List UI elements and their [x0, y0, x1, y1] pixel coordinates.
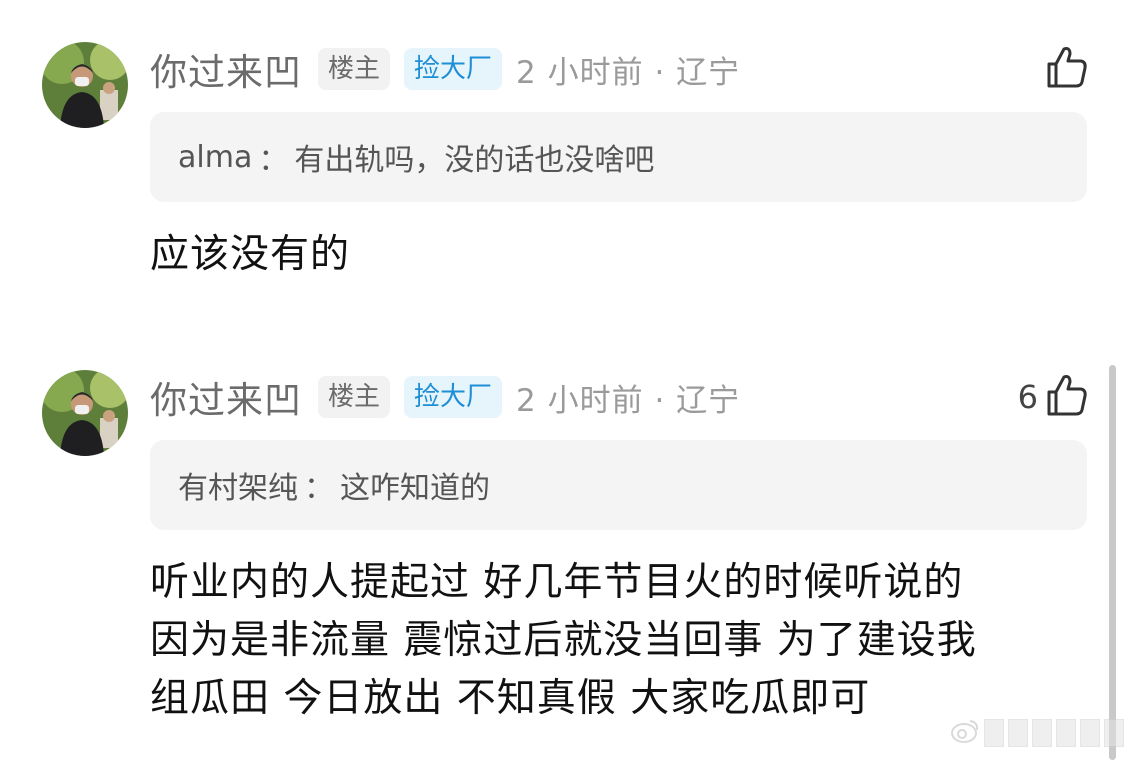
quoted-text: 有出轨吗，没的话也没啥吧: [294, 143, 655, 178]
watermark-block: [984, 719, 1004, 747]
quote-separator: ：: [258, 143, 289, 178]
comment-1: 你过来凹 楼主 捡大厂 2 小时前 · 辽宁 alma ： 有出轨吗，没的话也没…: [0, 0, 1130, 340]
timestamp-location: 2 小时前 · 辽宁: [516, 54, 741, 91]
weibo-logo-icon: [950, 718, 980, 748]
op-badge: 楼主: [318, 376, 391, 418]
watermark-block: [1056, 719, 1076, 747]
like-button[interactable]: [1038, 44, 1088, 94]
avatar[interactable]: [42, 370, 128, 456]
quoted-reply[interactable]: alma ： 有出轨吗，没的话也没啥吧: [150, 112, 1087, 202]
user-avatar-photo-icon: [42, 42, 128, 128]
user-avatar-photo-icon: [42, 370, 128, 456]
quoted-username[interactable]: alma: [178, 140, 252, 175]
username[interactable]: 你过来凹: [150, 42, 302, 96]
avatar[interactable]: [42, 42, 128, 128]
comment-body: 应该没有的: [150, 232, 351, 277]
quoted-text: 这咋知道的: [340, 471, 490, 506]
thumbs-up-icon: [1046, 373, 1088, 421]
watermark-block: [1032, 719, 1052, 747]
watermark: [950, 718, 1124, 748]
watermark-block: [1080, 719, 1100, 747]
thumbs-up-icon: [1046, 45, 1088, 93]
timestamp-location: 2 小时前 · 辽宁: [516, 382, 741, 419]
username[interactable]: 你过来凹: [150, 370, 302, 424]
comment-header: 你过来凹 楼主 捡大厂 2 小时前 · 辽宁: [150, 44, 740, 94]
tag-badge[interactable]: 捡大厂: [404, 48, 503, 90]
like-button[interactable]: 6: [1018, 372, 1088, 422]
quote-separator: ：: [304, 471, 334, 506]
quoted-username[interactable]: 有村架纯: [178, 463, 298, 507]
comment-body-line: 听业内的人提起过 好几年节目火的时候听说的: [150, 560, 964, 605]
watermark-block: [1008, 719, 1028, 747]
scrollbar[interactable]: [1109, 365, 1116, 760]
comment-body: 听业内的人提起过 好几年节目火的时候听说的 因为是非流量 震惊过后就没当回事 为…: [150, 554, 1080, 728]
quoted-reply[interactable]: 有村架纯 ： 这咋知道的: [150, 440, 1087, 530]
comment-2: 你过来凹 楼主 捡大厂 2 小时前 · 辽宁 6 有村架纯 ： 这咋知道的 听业…: [0, 330, 1130, 760]
tag-badge[interactable]: 捡大厂: [404, 376, 503, 418]
op-badge: 楼主: [318, 48, 391, 90]
comment-body-line: 组瓜田 今日放出 不知真假 大家吃瓜即可: [150, 676, 871, 721]
comment-body-line: 因为是非流量 震惊过后就没当回事 为了建设我: [150, 618, 977, 663]
watermark-block: [1104, 719, 1124, 747]
comment-header: 你过来凹 楼主 捡大厂 2 小时前 · 辽宁: [150, 372, 740, 422]
like-count: 6: [1017, 378, 1038, 416]
